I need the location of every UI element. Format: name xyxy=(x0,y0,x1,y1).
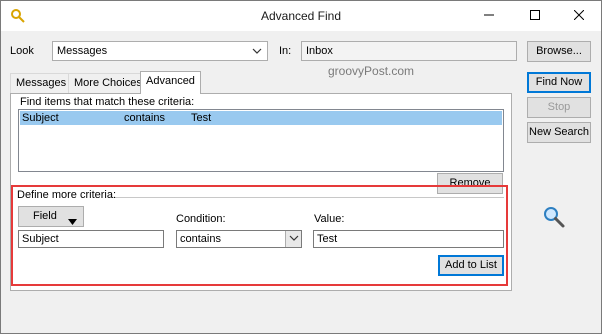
field-input-value: Subject xyxy=(22,233,59,245)
field-button-label: Field xyxy=(33,210,57,222)
value-input-value: Test xyxy=(317,233,338,245)
title-bar[interactable]: Advanced Find xyxy=(1,1,601,31)
maximize-icon xyxy=(530,9,540,23)
minimize-button[interactable] xyxy=(467,1,511,31)
field-input[interactable]: Subject xyxy=(18,230,164,248)
criteria-value: Test xyxy=(191,112,212,124)
criteria-heading: Find items that match these criteria: xyxy=(20,96,195,108)
window-title: Advanced Find xyxy=(260,9,342,23)
value-input[interactable]: Test xyxy=(313,230,504,248)
tab-messages[interactable]: Messages xyxy=(10,73,73,93)
magnifier-icon xyxy=(542,205,566,232)
condition-value: contains xyxy=(180,233,221,245)
condition-select[interactable]: contains xyxy=(176,230,302,248)
chevron-down-icon xyxy=(289,233,299,245)
browse-button[interactable]: Browse... xyxy=(527,41,591,62)
look-for-value: Messages xyxy=(57,45,108,57)
tab-advanced[interactable]: Advanced xyxy=(140,71,201,94)
in-folder-field: Inbox xyxy=(301,41,517,61)
field-button[interactable]: Field xyxy=(18,206,84,227)
close-button[interactable] xyxy=(557,1,601,31)
find-now-button[interactable]: Find Now xyxy=(527,72,591,93)
advanced-find-window: Advanced Find Look Messages In: Inbox Br… xyxy=(0,0,602,334)
add-to-list-button[interactable]: Add to List xyxy=(438,255,504,276)
criteria-field: Subject xyxy=(22,112,59,124)
look-for-select[interactable]: Messages xyxy=(52,41,268,61)
criteria-list[interactable]: Subject contains Test xyxy=(18,109,504,172)
define-heading: Define more criteria: xyxy=(17,189,117,201)
watermark: groovyPost.com xyxy=(328,64,415,78)
close-icon xyxy=(573,9,585,23)
stop-button[interactable]: Stop xyxy=(527,97,591,118)
minimize-icon xyxy=(484,10,494,23)
look-label: Look xyxy=(10,45,34,57)
tab-more-choices[interactable]: More Choices xyxy=(68,73,148,93)
maximize-button[interactable] xyxy=(513,1,557,31)
value-label: Value: xyxy=(314,213,345,225)
criteria-condition: contains xyxy=(124,112,165,124)
define-divider xyxy=(111,197,504,198)
condition-label: Condition: xyxy=(176,213,226,225)
condition-dropdown-button[interactable] xyxy=(285,231,301,247)
chevron-down-icon xyxy=(252,46,262,58)
in-label: In: xyxy=(279,45,292,57)
new-search-button[interactable]: New Search xyxy=(527,122,591,143)
list-item[interactable]: Subject contains Test xyxy=(20,111,502,125)
in-folder-value: Inbox xyxy=(306,45,333,57)
